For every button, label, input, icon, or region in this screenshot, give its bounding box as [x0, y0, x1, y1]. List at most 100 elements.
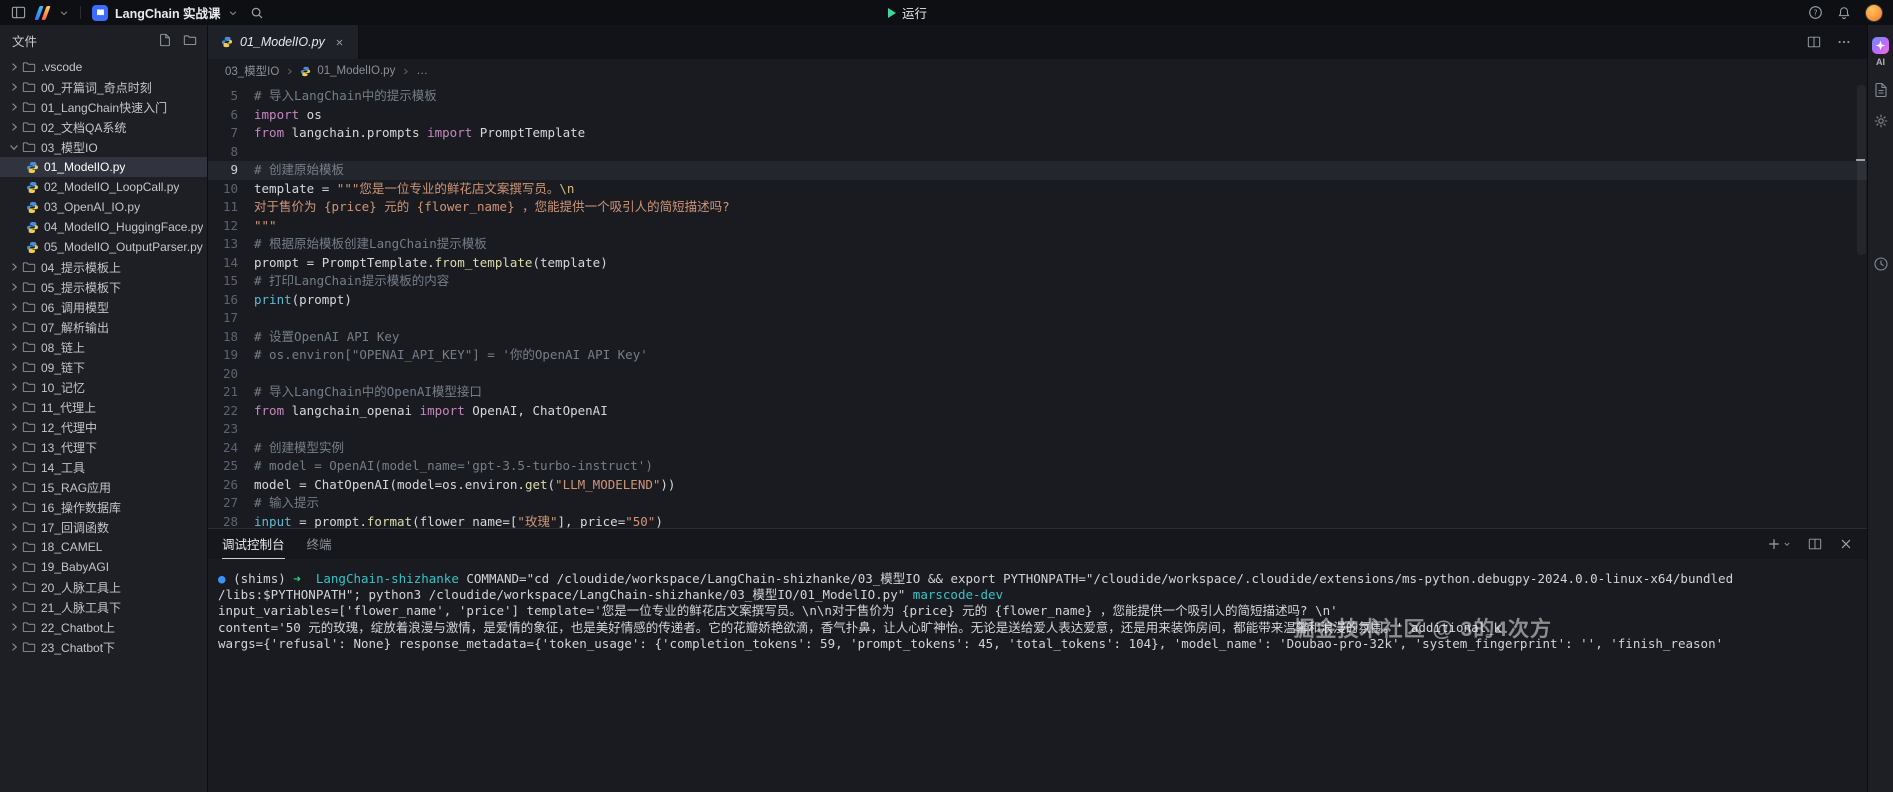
docs-icon[interactable]	[1873, 82, 1889, 98]
line-number[interactable]: 28	[208, 513, 254, 529]
code-line[interactable]: 15# 打印LangChain提示模板的内容	[208, 272, 1867, 291]
line-number[interactable]: 27	[208, 494, 254, 513]
line-number[interactable]: 22	[208, 402, 254, 421]
line-number[interactable]: 10	[208, 180, 254, 199]
tree-file-item[interactable]: 04_ModelIO_HuggingFace.py	[0, 217, 207, 237]
tree-folder-item[interactable]: 02_文档QA系统	[0, 117, 207, 137]
code-line[interactable]: 17	[208, 309, 1867, 328]
code-line[interactable]: 27# 输入提示	[208, 494, 1867, 513]
tab-debug-console[interactable]: 调试控制台	[222, 529, 285, 559]
tree-folder-item[interactable]: 17_回调函数	[0, 517, 207, 537]
line-number[interactable]: 13	[208, 235, 254, 254]
split-editor-icon[interactable]	[1807, 35, 1821, 49]
help-icon[interactable]: ?	[1807, 5, 1823, 21]
tree-folder-item[interactable]: 11_代理上	[0, 397, 207, 417]
line-number[interactable]: 26	[208, 476, 254, 495]
code-line[interactable]: 28input = prompt.format(flower_name=["玫瑰…	[208, 513, 1867, 529]
code-line[interactable]: 23	[208, 420, 1867, 439]
line-number[interactable]: 23	[208, 420, 254, 439]
code-line[interactable]: 11对于售价为 {price} 元的 {flower_name} ，您能提供一个…	[208, 198, 1867, 217]
line-number[interactable]: 9	[208, 161, 254, 180]
code-line[interactable]: 14prompt = PromptTemplate.from_template(…	[208, 254, 1867, 273]
tree-folder-item[interactable]: 14_工具	[0, 457, 207, 477]
line-number[interactable]: 17	[208, 309, 254, 328]
code-line[interactable]: 12"""	[208, 217, 1867, 236]
code-line[interactable]: 22from langchain_openai import OpenAI, C…	[208, 402, 1867, 421]
tree-file-item[interactable]: 03_OpenAI_IO.py	[0, 197, 207, 217]
code-line[interactable]: 10template = """您是一位专业的鲜花店文案撰写员。\n	[208, 180, 1867, 199]
run-button[interactable]: 运行	[888, 0, 927, 25]
line-number[interactable]: 12	[208, 217, 254, 236]
tree-folder-item[interactable]: 10_记忆	[0, 377, 207, 397]
code-area[interactable]: 5# 导入LangChain中的提示模板6import os7from lang…	[208, 83, 1867, 528]
code-line[interactable]: 6import os	[208, 106, 1867, 125]
breadcrumb-file[interactable]: 01_ModelIO.py	[317, 65, 395, 77]
tree-folder-item[interactable]: 09_链下	[0, 357, 207, 377]
code-line[interactable]: 8	[208, 143, 1867, 162]
tree-folder-item[interactable]: 01_LangChain快速入门	[0, 97, 207, 117]
line-number[interactable]: 20	[208, 365, 254, 384]
chevron-down-icon[interactable]	[59, 8, 69, 18]
new-folder-icon[interactable]	[183, 33, 197, 47]
new-terminal-button[interactable]	[1767, 537, 1791, 551]
tree-folder-item[interactable]: 16_操作数据库	[0, 497, 207, 517]
tree-folder-item[interactable]: 15_RAG应用	[0, 477, 207, 497]
tree-folder-item[interactable]: 19_BabyAGI	[0, 557, 207, 577]
tree-folder-item[interactable]: 12_代理中	[0, 417, 207, 437]
tree-folder-item[interactable]: 00_开篇词_奇点时刻	[0, 77, 207, 97]
line-number[interactable]: 18	[208, 328, 254, 347]
line-number[interactable]: 21	[208, 383, 254, 402]
tree-folder-item[interactable]: 20_人脉工具上	[0, 577, 207, 597]
code-line[interactable]: 13# 根据原始模板创建LangChain提示模板	[208, 235, 1867, 254]
code-line[interactable]: 21# 导入LangChain中的OpenAI模型接口	[208, 383, 1867, 402]
tab-close-icon[interactable]	[332, 34, 348, 50]
tree-folder-item[interactable]: 04_提示模板上	[0, 257, 207, 277]
tree-folder-item[interactable]: 05_提示模板下	[0, 277, 207, 297]
line-number[interactable]: 11	[208, 198, 254, 217]
tree-file-item[interactable]: 05_ModelIO_OutputParser.py	[0, 237, 207, 257]
breadcrumb-symbol[interactable]: …	[416, 65, 428, 77]
tab-01-modelio[interactable]: 01_ModelIO.py	[208, 25, 359, 59]
tree-folder-item[interactable]: 13_代理下	[0, 437, 207, 457]
layout-sidebar-icon[interactable]	[10, 5, 26, 21]
tab-terminal[interactable]: 终端	[307, 529, 332, 559]
split-panel-icon[interactable]	[1808, 537, 1822, 551]
line-number[interactable]: 5	[208, 87, 254, 106]
code-line[interactable]: 20	[208, 365, 1867, 384]
line-number[interactable]: 8	[208, 143, 254, 162]
tree-folder-item[interactable]: 23_Chatbot下	[0, 637, 207, 657]
code-line[interactable]: 19# os.environ["OPENAI_API_KEY"] = '你的Op…	[208, 346, 1867, 365]
code-line[interactable]: 18# 设置OpenAI API Key	[208, 328, 1867, 347]
line-number[interactable]: 6	[208, 106, 254, 125]
marscode-logo-icon[interactable]	[37, 5, 48, 20]
workspace-switcher[interactable]: LangChain 实战课	[92, 3, 238, 22]
tree-folder-item[interactable]: 03_模型IO	[0, 137, 207, 157]
history-clock-icon[interactable]	[1873, 256, 1889, 272]
line-number[interactable]: 14	[208, 254, 254, 273]
tree-file-item[interactable]: 01_ModelIO.py	[0, 157, 207, 177]
code-line[interactable]: 9# 创建原始模板	[208, 161, 1867, 180]
code-line[interactable]: 5# 导入LangChain中的提示模板	[208, 87, 1867, 106]
tree-folder-item[interactable]: .vscode	[0, 57, 207, 77]
notifications-bell-icon[interactable]	[1836, 5, 1852, 21]
tree-file-item[interactable]: 02_ModelIO_LoopCall.py	[0, 177, 207, 197]
line-number[interactable]: 15	[208, 272, 254, 291]
code-line[interactable]: 16print(prompt)	[208, 291, 1867, 310]
tree-folder-item[interactable]: 07_解析输出	[0, 317, 207, 337]
line-number[interactable]: 7	[208, 124, 254, 143]
line-number[interactable]: 16	[208, 291, 254, 310]
tree-folder-item[interactable]: 22_Chatbot上	[0, 617, 207, 637]
more-actions-icon[interactable]	[1837, 35, 1851, 49]
tree-folder-item[interactable]: 18_CAMEL	[0, 537, 207, 557]
code-line[interactable]: 24# 创建模型实例	[208, 439, 1867, 458]
code-line[interactable]: 26model = ChatOpenAI(model=os.environ.ge…	[208, 476, 1867, 495]
user-avatar[interactable]	[1865, 4, 1883, 22]
tree-folder-item[interactable]: 08_链上	[0, 337, 207, 357]
code-line[interactable]: 25# model = OpenAI(model_name='gpt-3.5-t…	[208, 457, 1867, 476]
close-panel-icon[interactable]	[1839, 537, 1853, 551]
new-file-icon[interactable]	[158, 33, 172, 47]
code-line[interactable]: 7from langchain.prompts import PromptTem…	[208, 124, 1867, 143]
line-number[interactable]: 25	[208, 457, 254, 476]
breadcrumb-folder[interactable]: 03_模型IO	[225, 63, 279, 79]
tree-folder-item[interactable]: 21_人脉工具下	[0, 597, 207, 617]
